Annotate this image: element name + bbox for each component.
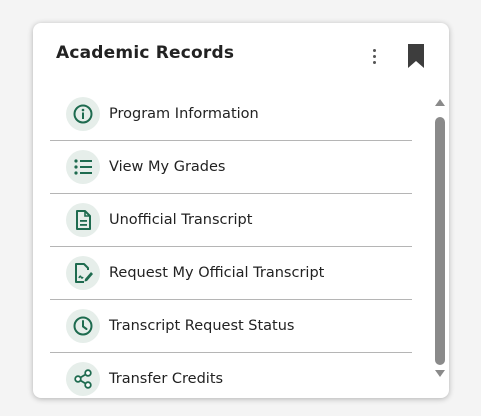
list-item-transfer-credits[interactable]: Transfer Credits — [50, 353, 412, 398]
card-title: Academic Records — [56, 43, 235, 63]
scrollbar-thumb[interactable] — [435, 117, 445, 365]
signed-document-icon — [66, 256, 100, 290]
clock-icon — [66, 309, 100, 343]
list-icon — [66, 150, 100, 184]
scroll-down-arrow-icon[interactable] — [434, 369, 446, 379]
bookmark-icon[interactable] — [406, 43, 426, 69]
list-item-label: Transfer Credits — [109, 371, 224, 387]
list-item-label: View My Grades — [109, 159, 226, 175]
list-item-label: Transcript Request Status — [109, 318, 295, 334]
list-item-program-information[interactable]: Program Information — [50, 88, 412, 141]
info-icon — [66, 97, 100, 131]
list-item-request-official-transcript[interactable]: Request My Official Transcript — [50, 247, 412, 300]
list-item-label: Unofficial Transcript — [109, 212, 253, 228]
list-item-unofficial-transcript[interactable]: Unofficial Transcript — [50, 194, 412, 247]
list-item-view-my-grades[interactable]: View My Grades — [50, 141, 412, 194]
records-list: Program Information View My Grades Unoff… — [50, 88, 412, 398]
list-item-label: Program Information — [109, 106, 259, 122]
share-icon — [66, 362, 100, 396]
academic-records-card: Academic Records Program Information Vie… — [33, 23, 449, 398]
scroll-up-arrow-icon[interactable] — [434, 97, 446, 107]
more-vert-icon[interactable] — [367, 45, 381, 67]
document-icon — [66, 203, 100, 237]
list-item-transcript-request-status[interactable]: Transcript Request Status — [50, 300, 412, 353]
list-item-label: Request My Official Transcript — [109, 265, 325, 281]
